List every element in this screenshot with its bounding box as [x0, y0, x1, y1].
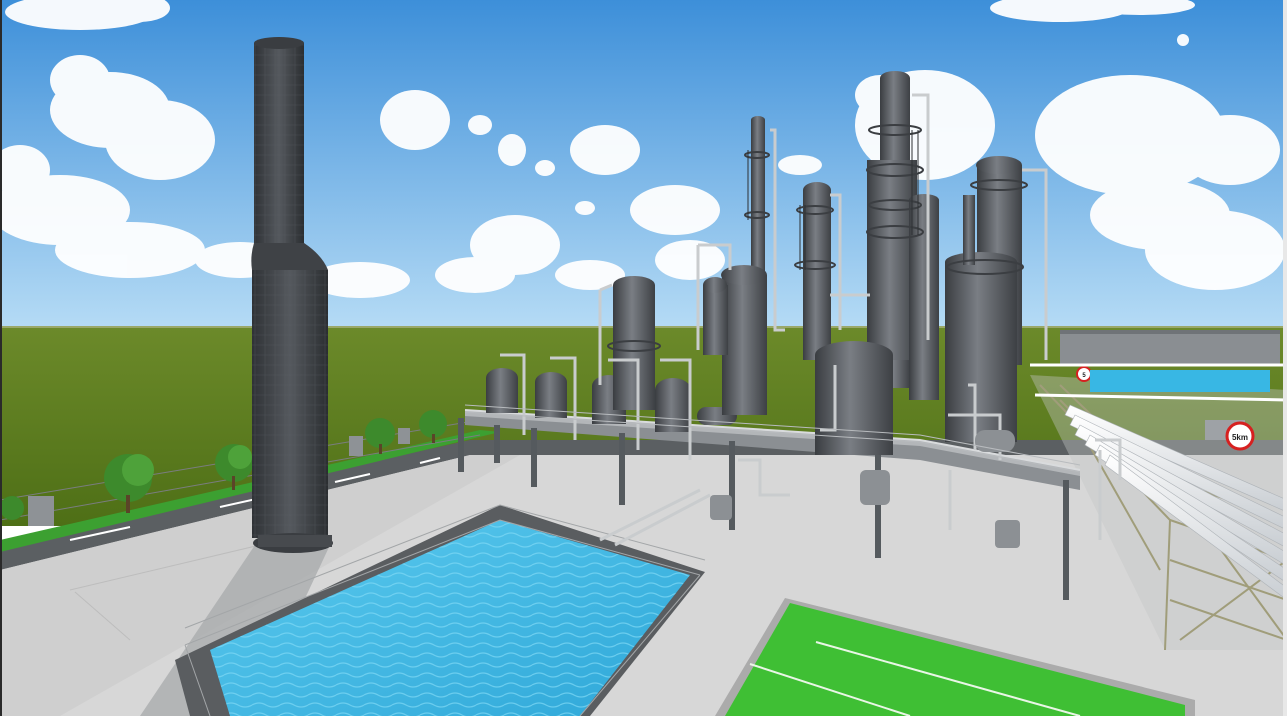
frame-edge-right	[1283, 0, 1287, 716]
vessel	[655, 378, 691, 432]
refinery-scene: 5km 5	[0, 0, 1287, 716]
tree	[0, 496, 24, 520]
speed-limit-text: 5km	[1232, 433, 1248, 442]
reactor-vessel	[703, 277, 728, 355]
speed-limit-sign-far: 5	[1076, 366, 1092, 382]
column-thin	[909, 194, 939, 400]
frame-edge-left	[0, 0, 2, 716]
column-left	[613, 276, 655, 410]
scene-canvas: 5km 5	[0, 0, 1287, 716]
column-mid	[803, 182, 831, 360]
